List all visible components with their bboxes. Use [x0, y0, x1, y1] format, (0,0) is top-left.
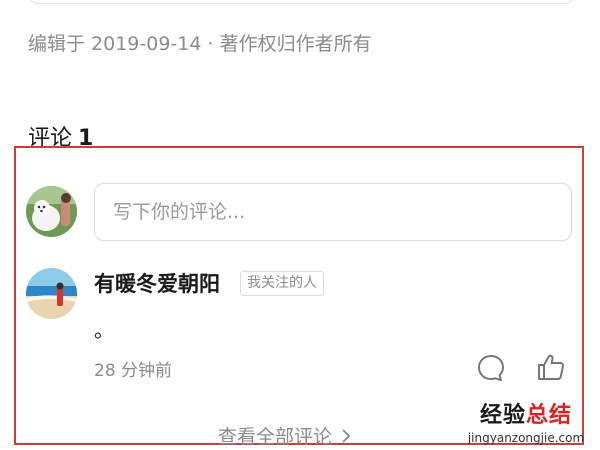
- comment-input[interactable]: [94, 183, 572, 241]
- chevron-right-icon: [342, 428, 351, 443]
- comment-author-name[interactable]: 有暖冬爱朝阳: [94, 268, 220, 298]
- current-user-avatar[interactable]: [26, 186, 77, 237]
- edit-meta-text: 编辑于 2019-09-14 · 著作权归作者所有: [28, 33, 372, 55]
- article-card-bottom: [28, 0, 574, 4]
- reply-icon[interactable]: [476, 353, 506, 383]
- watermark-url: jingyanzongjie.com: [467, 431, 585, 445]
- view-all-comments-label: 查看全部评论: [218, 426, 333, 448]
- comment-text: 。: [94, 318, 114, 342]
- commenter-avatar[interactable]: [26, 268, 77, 319]
- watermark-text-part2: 总结: [526, 403, 573, 428]
- following-badge: 我关注的人: [240, 271, 324, 296]
- comment-timestamp: 28 分钟前: [94, 361, 173, 381]
- watermark-text: 经验总结: [456, 397, 596, 429]
- view-all-comments-link[interactable]: 查看全部评论: [218, 422, 352, 449]
- watermark: 经验总结 jingyanzongjie.com: [456, 397, 596, 445]
- watermark-text-part1: 经验: [479, 403, 526, 428]
- like-icon[interactable]: [536, 352, 566, 382]
